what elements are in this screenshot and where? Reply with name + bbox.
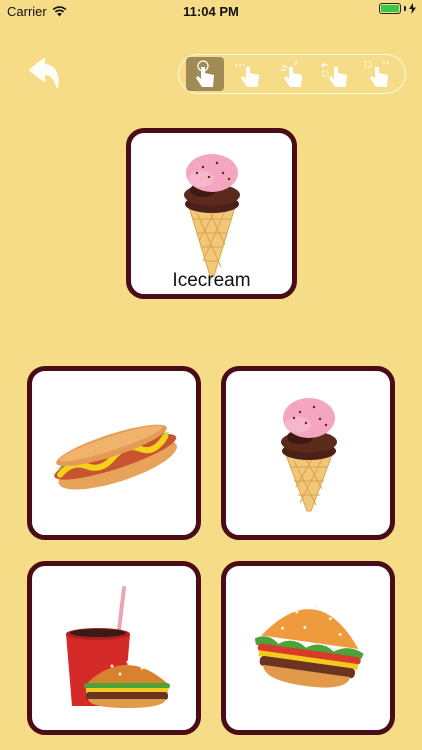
target-card: Icecream (126, 128, 297, 299)
drag-right-hand-icon (364, 61, 392, 87)
tap-hand-icon (195, 60, 214, 87)
choice-card-burger[interactable] (221, 561, 395, 735)
undo-arrow-icon (29, 58, 59, 88)
burger-and-drink-image (66, 586, 170, 708)
hotdog-image (54, 424, 177, 490)
mode-drag-left-button[interactable] (317, 57, 355, 91)
burger-image (254, 605, 364, 688)
swipe-hand-icon (235, 64, 260, 87)
choice-card-burger-and-drink[interactable] (27, 561, 201, 735)
charging-bolt-icon (409, 3, 416, 14)
choice-card-hotdog[interactable] (27, 366, 201, 540)
choice-card-icecream[interactable] (221, 366, 395, 540)
icecream-image (281, 398, 337, 512)
mode-swipe-button[interactable] (229, 57, 267, 91)
clock: 11:04 PM (183, 4, 239, 19)
back-button[interactable] (24, 57, 64, 93)
mode-double-tap-button[interactable] (273, 57, 311, 91)
battery-icon (379, 3, 401, 14)
mode-drag-right-button[interactable] (360, 57, 398, 91)
gesture-mode-selector (178, 54, 406, 94)
target-label: Icecream (172, 270, 251, 291)
status-bar: Carrier 11:04 PM (0, 0, 422, 22)
drag-left-hand-icon (321, 62, 347, 87)
battery-group (379, 3, 416, 14)
double-tap-hand-icon (280, 60, 302, 87)
mode-tap-button[interactable] (185, 57, 224, 91)
